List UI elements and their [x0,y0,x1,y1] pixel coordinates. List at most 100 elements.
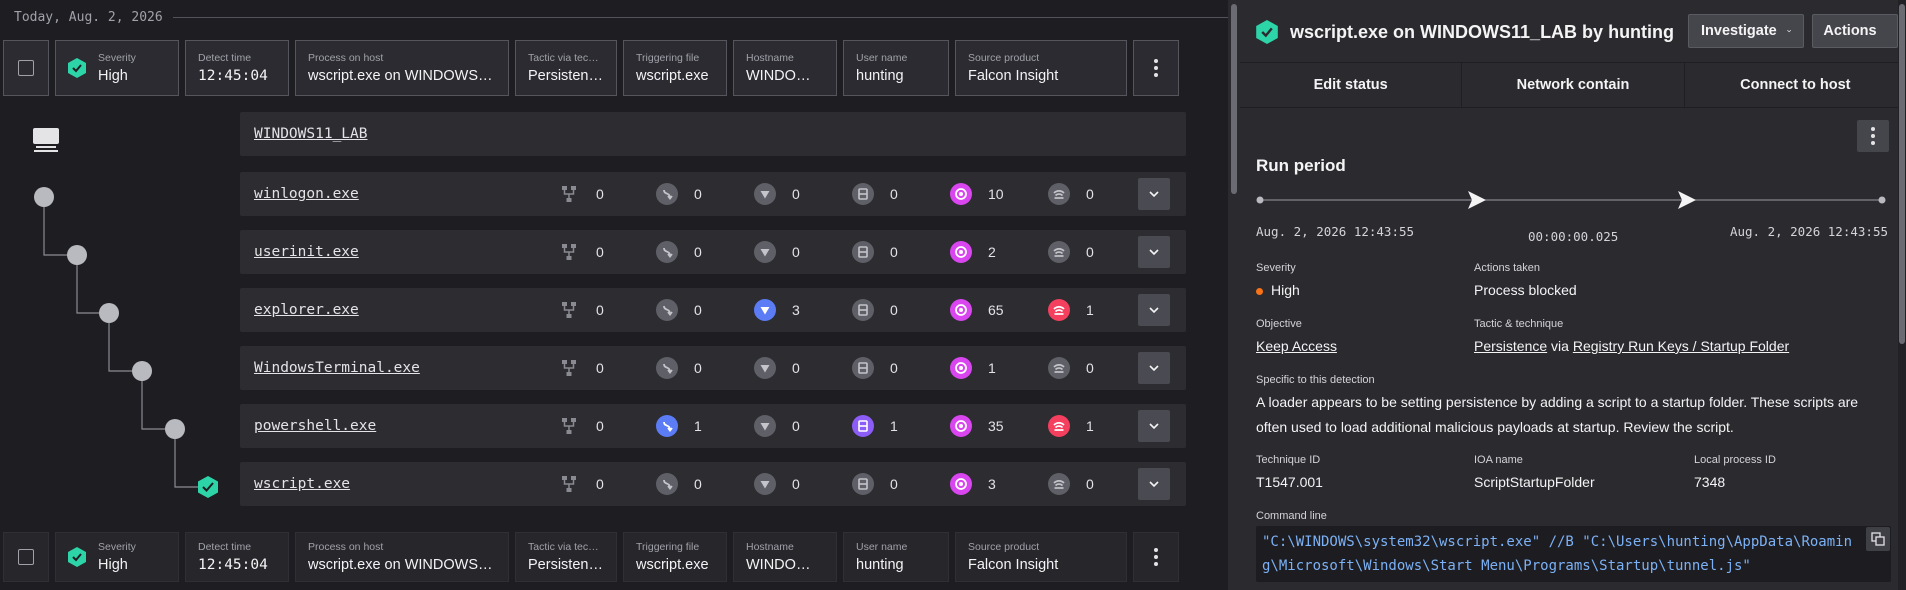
stat-network-connections[interactable]: 0 [656,357,702,379]
stat-network-connections[interactable]: 0 [656,183,702,205]
stat-child-processes[interactable]: 0 [558,241,604,263]
actions-button[interactable]: Actions [1812,14,1898,48]
summary-more-button[interactable] [1133,40,1179,96]
stat-file-writes[interactable]: 0 [852,473,898,495]
stat-registry-events[interactable]: 10 [950,183,1004,205]
process-row[interactable]: powershell.exe 0 1 0 1 35 1 [240,404,1186,448]
investigate-button[interactable]: Investigate [1688,14,1804,48]
process-name-link[interactable]: powershell.exe [254,418,376,434]
process-name-link[interactable]: userinit.exe [254,244,359,260]
network-activity-icon [1048,357,1070,379]
child-processes-icon [558,241,580,263]
stat-count: 10 [988,186,1004,202]
stat-registry-events[interactable]: 3 [950,473,996,495]
technique-id-label: Technique ID [1256,454,1321,466]
expand-row-button[interactable] [1138,352,1170,384]
tactic-cell: Tactic via technique Persistence via Regi… [515,40,617,96]
stat-network-activity[interactable]: 0 [1048,183,1094,205]
process-row[interactable]: WindowsTerminal.exe 0 0 0 0 1 0 [240,346,1186,390]
process-row[interactable]: explorer.exe 0 0 3 0 65 1 [240,288,1186,332]
stat-count: 0 [890,360,898,376]
stat-dns-requests[interactable]: 0 [754,183,800,205]
stat-registry-events[interactable]: 1 [950,357,996,379]
select-next-detection-checkbox[interactable] [3,532,49,582]
detection-summary-bar[interactable]: Severity High Detect time 12:45:04 Process… [0,40,1228,96]
technique-link[interactable]: Registry Run Keys / Startup Folder [1573,338,1789,354]
summary-more-button[interactable] [1133,532,1179,582]
stat-registry-events[interactable]: 65 [950,299,1004,321]
stat-network-connections[interactable]: 0 [656,241,702,263]
stat-dns-requests[interactable]: 0 [754,415,800,437]
stat-file-writes[interactable]: 1 [852,415,898,437]
host-row-link[interactable]: WINDOWS11_LAB [254,126,368,142]
process-row[interactable]: userinit.exe 0 0 0 0 2 0 [240,230,1186,274]
next-detection-summary-bar[interactable]: Severity High Detect time 12:45:04 Process… [0,532,1228,582]
stat-dns-requests[interactable]: 0 [754,357,800,379]
stat-count: 65 [988,302,1004,318]
expand-row-button[interactable] [1138,410,1170,442]
network-activity-icon [1048,415,1070,437]
severity-field-label: Severity [1256,262,1296,274]
process-row[interactable]: wscript.exe 0 0 0 0 3 0 [240,462,1186,506]
command-line-value[interactable]: "C:\WINDOWS\system32\wscript.exe" //B "C… [1256,526,1891,582]
objective-link[interactable]: Keep Access [1256,338,1337,354]
source-product-value: Falcon Insight [968,557,1059,573]
stat-network-activity[interactable]: 0 [1048,241,1094,263]
connect-to-host-button[interactable]: Connect to host [1685,63,1906,107]
checkbox-icon[interactable] [18,549,34,565]
stat-count: 0 [792,186,800,202]
expand-row-button[interactable] [1138,294,1170,326]
process-name-link[interactable]: winlogon.exe [254,186,359,202]
expand-row-button[interactable] [1138,236,1170,268]
stat-registry-events[interactable]: 2 [950,241,996,263]
stat-child-processes[interactable]: 0 [558,183,604,205]
via-text: via [1547,338,1573,354]
stat-network-connections[interactable]: 1 [656,415,702,437]
stat-child-processes[interactable]: 0 [558,473,604,495]
stat-network-connections[interactable]: 0 [656,299,702,321]
details-scrollbar[interactable] [1898,0,1906,590]
stat-network-activity[interactable]: 1 [1048,299,1094,321]
detect-time-cell: Detect time 12:45:04 [185,532,289,582]
details-more-button[interactable] [1857,120,1889,152]
details-scrollbar-thumb[interactable] [1899,4,1905,344]
process-name-link[interactable]: explorer.exe [254,302,359,318]
pane-scrollbar[interactable] [1228,0,1240,590]
stat-file-writes[interactable]: 0 [852,357,898,379]
expand-row-button[interactable] [1138,468,1170,500]
stat-registry-events[interactable]: 35 [950,415,1004,437]
stat-dns-requests[interactable]: 0 [754,241,800,263]
host-row[interactable]: WINDOWS11_LAB [240,112,1186,156]
process-row[interactable]: winlogon.exe 0 0 0 0 10 0 [240,172,1186,216]
source-product-cell: Source product Falcon Insight [955,532,1127,582]
copy-command-button[interactable] [1866,527,1890,551]
stat-dns-requests[interactable]: 3 [754,299,800,321]
stat-network-activity[interactable]: 0 [1048,357,1094,379]
stat-file-writes[interactable]: 0 [852,183,898,205]
file-writes-icon [852,183,874,205]
pane-scrollbar-thumb[interactable] [1231,4,1237,194]
stat-network-activity[interactable]: 0 [1048,473,1094,495]
stat-count: 0 [890,186,898,202]
select-detection-checkbox[interactable] [3,40,49,96]
local-pid-field: Local process ID 7348 [1694,454,1776,490]
network-connections-icon [656,415,678,437]
detection-details-panel: wscript.exe on WINDOWS11_LAB by hunting … [1240,0,1906,590]
triggering-file-label: Triggering file [636,541,700,553]
stat-network-connections[interactable]: 0 [656,473,702,495]
expand-row-button[interactable] [1138,178,1170,210]
tactic-link[interactable]: Persistence [1474,338,1547,354]
stat-file-writes[interactable]: 0 [852,299,898,321]
process-name-link[interactable]: WindowsTerminal.exe [254,360,420,376]
process-tree-connectors [34,187,218,498]
edit-status-button[interactable]: Edit status [1240,63,1463,107]
stat-child-processes[interactable]: 0 [558,415,604,437]
network-contain-button[interactable]: Network contain [1462,63,1685,107]
checkbox-icon[interactable] [18,60,34,76]
stat-child-processes[interactable]: 0 [558,299,604,321]
stat-network-activity[interactable]: 1 [1048,415,1094,437]
stat-dns-requests[interactable]: 0 [754,473,800,495]
stat-child-processes[interactable]: 0 [558,357,604,379]
process-name-link[interactable]: wscript.exe [254,476,350,492]
stat-file-writes[interactable]: 0 [852,241,898,263]
